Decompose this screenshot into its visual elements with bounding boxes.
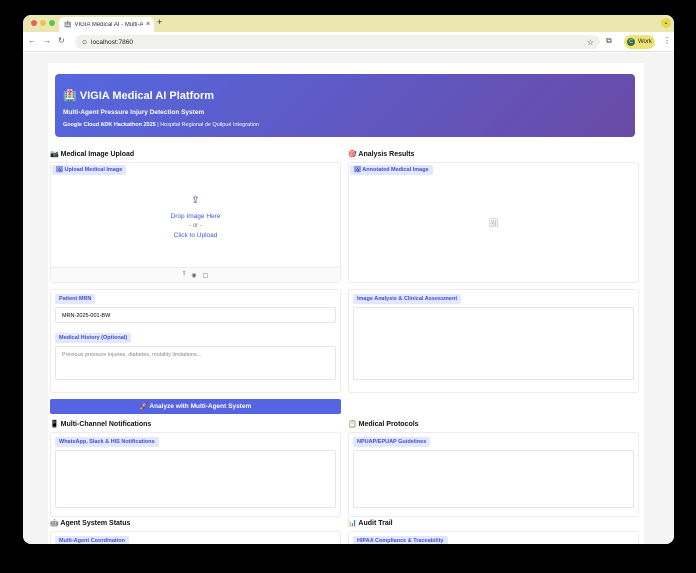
profile-label: Work <box>638 39 652 45</box>
minimize-window-button[interactable] <box>40 20 46 26</box>
medical-history-label: Medical History (Optional) <box>55 333 132 343</box>
favicon-icon: 🏥 <box>64 22 72 28</box>
close-window-button[interactable] <box>31 20 37 26</box>
protocols-output[interactable] <box>353 450 634 508</box>
image-placeholder-icon: 🖼 <box>488 218 499 227</box>
address-bar[interactable]: ⊙ localhost:7860 ☆ <box>75 35 600 49</box>
url-text[interactable]: localhost:7860 <box>91 39 133 46</box>
notifications-panel: WhatsApp, Slack & HIS Notifications <box>50 432 341 517</box>
webcam-icon[interactable]: ◉ <box>191 272 196 279</box>
analyze-button[interactable]: 🚀 Analyze with Multi-Agent System <box>50 399 341 414</box>
or-text: - or - <box>189 223 202 229</box>
bookmark-star-icon[interactable]: ☆ <box>587 38 594 47</box>
browser-menu-icon[interactable]: ⋮ <box>663 36 671 45</box>
tab-close-icon[interactable]: × <box>146 21 154 28</box>
tab-bar: 🏥 VIGIA Medical AI - Multi-A × + ⌄ <box>23 15 674 32</box>
page-title: 🏥 VIGIA Medical AI Platform <box>63 90 215 102</box>
hackathon-info: Google Cloud ADK Hackathon 2025 | Hospit… <box>63 122 259 128</box>
forward-icon[interactable]: → <box>43 36 51 45</box>
protocols-panel: NPUAP/EPUAP Guidelines <box>348 432 639 517</box>
avatar: C <box>627 38 635 46</box>
assessment-output[interactable] <box>353 307 634 380</box>
notifications-output[interactable] <box>55 450 336 508</box>
upload-dropzone[interactable]: ⇪ Drop Image Here - or - Click to Upload <box>51 163 340 266</box>
upload-toolbar: ⤒ ◉ ▢ <box>51 267 340 282</box>
back-icon[interactable]: ← <box>28 36 36 45</box>
browser-tab[interactable]: 🏥 VIGIA Medical AI - Multi-A × <box>59 17 154 32</box>
page-subtitle: Multi-Agent Pressure Injury Detection Sy… <box>63 109 205 116</box>
annotated-image-label: 🖼 Annotated Medical Image <box>350 165 433 175</box>
header-banner: 🏥 VIGIA Medical AI Platform Multi-Agent … <box>55 74 635 137</box>
new-tab-button[interactable]: + <box>157 17 162 27</box>
audit-panel: HIPAA Compliance & Traceability <box>348 531 639 544</box>
clipboard-icon[interactable]: ▢ <box>203 272 209 279</box>
notifications-section-title: 📱 Multi-Channel Notifications <box>50 421 152 428</box>
protocols-label: NPUAP/EPUAP Guidelines <box>353 437 431 447</box>
annotated-image-panel: 🖼 Annotated Medical Image 🖼 <box>348 162 639 283</box>
results-section-title: 🎯 Analysis Results <box>348 151 415 158</box>
assessment-panel: Image Analysis & Clinical Assessment <box>348 289 639 393</box>
drop-image-text: Drop Image Here <box>170 213 221 220</box>
protocols-section-title: 📋 Medical Protocols <box>348 421 419 428</box>
patient-mrn-label: Patient MRN <box>55 294 96 304</box>
upload-icon: ⇪ <box>191 195 200 206</box>
agents-section-title: 🤖 Agent System Status <box>50 520 131 527</box>
patient-mrn-input[interactable]: MRN-2025-001-BW <box>55 307 336 323</box>
audit-section-title: 📊 Audit Trail <box>348 520 393 527</box>
audit-label: HIPAA Compliance & Traceability <box>353 536 448 544</box>
click-upload-text[interactable]: Click to Upload <box>51 232 340 239</box>
maximize-window-button[interactable] <box>49 20 55 26</box>
upload-action-icon[interactable]: ⤒ <box>183 272 186 279</box>
medical-history-input[interactable]: Previous pressure injuries, diabetes, mo… <box>55 346 336 380</box>
reload-icon[interactable]: ↻ <box>58 36 65 45</box>
web-content: 🏥 VIGIA Medical AI Platform Multi-Agent … <box>23 53 674 544</box>
tab-search-icon[interactable]: ⌄ <box>661 18 671 28</box>
notifications-label: WhatsApp, Slack & HIS Notifications <box>55 437 159 447</box>
extensions-icon[interactable]: ⧉ <box>606 36 612 46</box>
browser-toolbar: ← → ↻ ⊙ localhost:7860 ☆ ⧉ C Work ⋮ <box>23 32 674 52</box>
upload-section-title: 📷 Medical Image Upload <box>50 151 135 158</box>
browser-window: 🏥 VIGIA Medical AI - Multi-A × + ⌄ ← → ↻… <box>23 15 674 544</box>
assessment-label: Image Analysis & Clinical Assessment <box>353 294 462 304</box>
patient-info-panel: Patient MRN MRN-2025-001-BW Medical Hist… <box>50 289 341 393</box>
agents-panel: Multi-Agent Coordination <box>50 531 341 544</box>
image-upload-panel: ⇪ Drop Image Here - or - Click to Upload… <box>50 162 341 283</box>
tab-title: VIGIA Medical AI - Multi-A <box>74 21 143 28</box>
app-container: 🏥 VIGIA Medical AI Platform Multi-Agent … <box>48 63 644 544</box>
site-info-icon[interactable]: ⊙ <box>82 39 87 46</box>
agents-label: Multi-Agent Coordination <box>55 536 129 544</box>
profile-button[interactable]: C Work <box>624 35 655 49</box>
upload-image-label: 🖼 Upload Medical Image <box>52 165 127 175</box>
